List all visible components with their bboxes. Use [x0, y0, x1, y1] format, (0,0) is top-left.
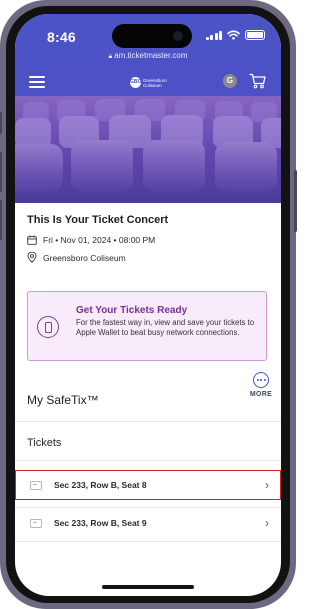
- dynamic-island: [112, 24, 192, 48]
- status-icons: [205, 30, 265, 40]
- chevron-right-icon: ›: [265, 516, 269, 530]
- event-venue-row: Greensboro Coliseum: [27, 252, 126, 263]
- menu-icon[interactable]: [29, 76, 45, 88]
- ticket-icon: [30, 480, 42, 490]
- avatar[interactable]: G: [223, 74, 237, 88]
- ready-card-body: For the fastest way in, view and save yo…: [76, 318, 255, 337]
- cart-icon[interactable]: [249, 73, 267, 89]
- top-bar: 8:46 🔒︎ am.ticketmaster.com GBO Greensbo…: [15, 14, 281, 96]
- stadium-seats-illustration: [15, 96, 281, 203]
- event-date-row: Fri • Nov 01, 2024 • 08:00 PM: [27, 235, 155, 245]
- power-button: [294, 170, 297, 232]
- more-button[interactable]: MORE: [246, 372, 276, 412]
- tickets-title: Tickets: [27, 437, 62, 449]
- wifi-icon: [227, 30, 240, 40]
- ticket-label: Sec 233, Row B, Seat 8: [54, 480, 147, 490]
- get-tickets-ready-card[interactable]: Get Your Tickets Ready For the fastest w…: [27, 291, 267, 361]
- battery-icon: [245, 30, 265, 40]
- volume-down-button: [0, 200, 2, 240]
- home-indicator[interactable]: [102, 585, 194, 589]
- screen: 8:46 🔒︎ am.ticketmaster.com GBO Greensbo…: [15, 14, 281, 596]
- event-venue: Greensboro Coliseum: [43, 252, 126, 263]
- venue-logo-badge: GBO: [130, 77, 141, 88]
- event-title: This Is Your Ticket Concert: [27, 214, 169, 226]
- signal-icon: [205, 30, 222, 40]
- row-divider: [15, 541, 281, 542]
- phone-wallet-icon: [37, 316, 59, 338]
- ticket-row[interactable]: Sec 233, Row B, Seat 9 ›: [15, 508, 281, 538]
- event-date: Fri • Nov 01, 2024 • 08:00 PM: [43, 235, 156, 245]
- ready-card-title: Get Your Tickets Ready: [76, 305, 188, 316]
- phone-frame: 8:46 🔒︎ am.ticketmaster.com GBO Greensbo…: [0, 0, 297, 609]
- lock-icon: 🔒︎: [108, 53, 113, 60]
- ticket-row[interactable]: Sec 233, Row B, Seat 8 ›: [15, 470, 281, 500]
- calendar-icon: [27, 235, 37, 245]
- event-hero-image: [15, 96, 281, 203]
- venue-logo-text: Greensboro Coliseum: [143, 77, 167, 88]
- ticket-label: Sec 233, Row B, Seat 9: [54, 518, 147, 528]
- section-divider: [15, 460, 281, 461]
- location-pin-icon: [27, 252, 37, 263]
- venue-logo[interactable]: GBO Greensboro Coliseum: [130, 77, 167, 88]
- volume-up-button: [0, 152, 2, 192]
- side-button: [0, 112, 2, 134]
- section-divider: [15, 421, 281, 422]
- url-bar[interactable]: 🔒︎ am.ticketmaster.com: [15, 51, 281, 61]
- more-icon: [253, 372, 269, 388]
- chevron-right-icon: ›: [265, 478, 269, 492]
- status-time: 8:46: [47, 29, 76, 45]
- more-label: MORE: [249, 391, 273, 398]
- ticket-icon: [30, 518, 42, 528]
- safetix-title: My SafeTix™: [27, 393, 99, 407]
- url-text: am.ticketmaster.com: [114, 51, 188, 60]
